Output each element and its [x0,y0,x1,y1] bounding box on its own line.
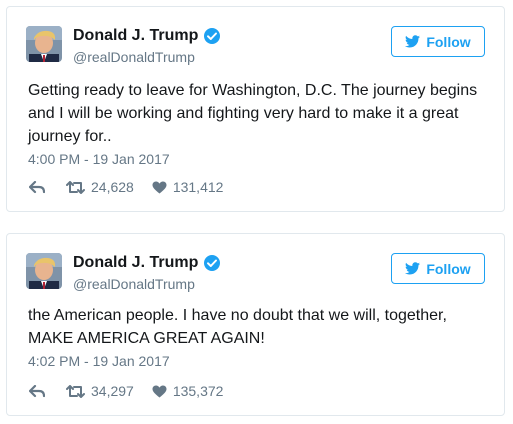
heart-icon [152,385,167,398]
like-count: 131,412 [172,179,224,195]
follow-button[interactable]: Follow [391,26,485,57]
retweet-count: 34,297 [91,383,134,399]
twitter-bird-icon [405,35,421,48]
retweet-count: 24,628 [91,179,134,195]
follow-button[interactable]: Follow [391,253,485,284]
tweet-actions: 24,628 131,412 [29,177,223,197]
reply-button[interactable] [29,180,45,194]
tweet-actions: 34,297 135,372 [29,381,223,401]
retweet-icon [66,384,85,398]
avatar[interactable] [26,26,62,62]
like-button[interactable]: 135,372 [152,383,224,399]
tweet-timestamp[interactable]: 4:00 PM - 19 Jan 2017 [28,151,170,167]
follow-label: Follow [426,33,471,50]
avatar[interactable] [26,253,62,289]
tweet-card: Donald J. Trump @realDonaldTrump Follow … [6,6,505,212]
reply-button[interactable] [29,384,45,398]
tweet-text: Getting ready to leave for Washington, D… [28,82,478,145]
like-count: 135,372 [172,383,224,399]
like-button[interactable]: 131,412 [152,179,224,195]
display-name[interactable]: Donald J. Trump [73,27,198,45]
tweet-text: the American people. I have no doubt tha… [28,307,447,347]
retweet-button[interactable]: 34,297 [66,383,134,399]
tweet-timestamp[interactable]: 4:02 PM - 19 Jan 2017 [28,353,170,369]
retweet-button[interactable]: 24,628 [66,179,134,195]
display-name[interactable]: Donald J. Trump [73,254,198,272]
retweet-icon [66,180,85,194]
reply-icon [29,384,45,398]
user-handle[interactable]: @realDonaldTrump [73,276,195,292]
user-handle[interactable]: @realDonaldTrump [73,49,195,65]
follow-label: Follow [426,260,471,277]
tweet-card: Donald J. Trump @realDonaldTrump Follow … [6,233,505,416]
reply-icon [29,180,45,194]
verified-badge-icon [203,254,221,272]
twitter-bird-icon [405,262,421,275]
verified-badge-icon [203,27,221,45]
heart-icon [152,181,167,194]
